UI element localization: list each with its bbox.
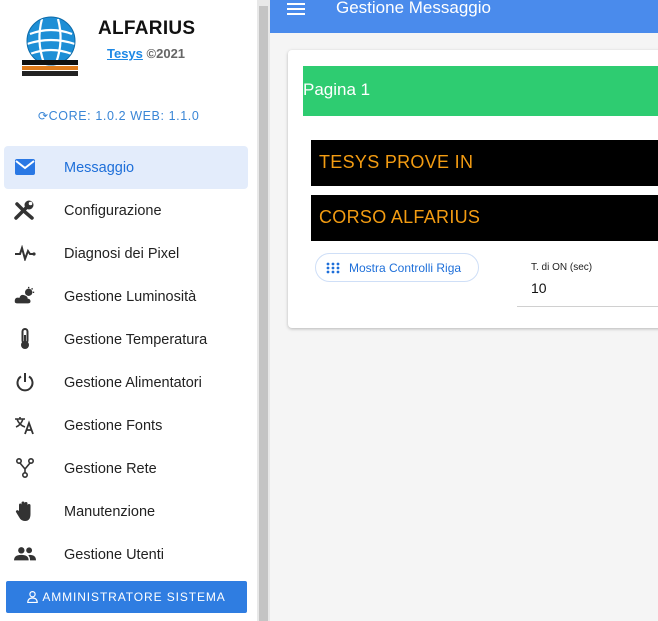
brand-header: ALFARIUS Tesys ©2021 xyxy=(0,0,257,100)
pulse-icon xyxy=(14,242,36,264)
alfarius-logo xyxy=(22,16,78,76)
version-info: ⟳CORE: 1.0.2 WEB: 1.1.0 xyxy=(38,109,199,123)
translate-icon xyxy=(14,414,36,436)
menu-icon[interactable] xyxy=(287,0,305,16)
sidebar-item-label: Gestione Luminosità xyxy=(64,288,197,305)
sidebar-item-alimentatori[interactable]: Gestione Alimentatori xyxy=(4,361,248,404)
page-title: Gestione Messaggio xyxy=(336,0,491,17)
sidebar-item-label: Gestione Temperatura xyxy=(64,331,208,348)
refresh-icon[interactable]: ⟳ xyxy=(38,109,49,123)
sidebar-item-label: Gestione Fonts xyxy=(64,417,163,434)
page-header[interactable]: Pagina 1 xyxy=(303,66,658,116)
app-subtitle: Tesys ©2021 xyxy=(107,46,185,61)
hand-icon xyxy=(14,500,36,522)
weather-icon xyxy=(14,285,36,307)
sidebar-item-temperatura[interactable]: Gestione Temperatura xyxy=(4,318,248,361)
sidebar-item-rete[interactable]: Gestione Rete xyxy=(4,447,248,490)
sidebar-item-label: Gestione Rete xyxy=(64,460,157,477)
sidebar-item-utenti[interactable]: Gestione Utenti xyxy=(4,533,248,576)
users-icon xyxy=(14,543,36,565)
sidebar-item-configurazione[interactable]: Configurazione xyxy=(4,189,248,232)
admin-button-label: AMMINISTRATORE SISTEMA xyxy=(42,590,226,604)
tools-icon xyxy=(14,199,36,221)
led-row-text: CORSO ALFARIUS xyxy=(319,207,481,227)
network-icon xyxy=(14,457,36,479)
company-link[interactable]: Tesys xyxy=(107,46,143,61)
led-row-1[interactable]: TESYS PROVE IN xyxy=(311,140,658,186)
sidebar-item-label: Diagnosi dei Pixel xyxy=(64,245,180,262)
mail-icon xyxy=(14,156,36,178)
app-bar: Gestione Messaggio xyxy=(270,0,658,33)
show-row-controls-label: Mostra Controlli Riga xyxy=(349,261,462,275)
sidebar-item-label: Messaggio xyxy=(64,159,135,176)
sidebar-item-messaggio[interactable]: Messaggio xyxy=(4,146,248,189)
sidebar: ALFARIUS Tesys ©2021 ⟳CORE: 1.0.2 WEB: 1… xyxy=(0,0,257,621)
led-row-text: TESYS PROVE IN xyxy=(319,152,474,172)
sidebar-item-label: Configurazione xyxy=(64,202,162,219)
sidebar-scrollbar-thumb[interactable] xyxy=(259,6,268,621)
on-time-input[interactable]: 10 xyxy=(531,280,547,296)
sidebar-item-fonts[interactable]: Gestione Fonts xyxy=(4,404,248,447)
version-text: CORE: 1.0.2 WEB: 1.1.0 xyxy=(48,109,200,123)
power-icon xyxy=(14,371,36,393)
sidebar-item-label: Gestione Alimentatori xyxy=(64,374,202,391)
led-row-2[interactable]: CORSO ALFARIUS xyxy=(311,195,658,241)
sidebar-nav: Messaggio Configurazione Diagnosi dei Pi… xyxy=(4,146,248,576)
app-title: ALFARIUS xyxy=(98,18,196,39)
admin-user-button[interactable]: AMMINISTRATORE SISTEMA xyxy=(6,581,247,613)
user-icon xyxy=(27,591,39,603)
show-row-controls-button[interactable]: Mostra Controlli Riga xyxy=(315,253,479,282)
on-time-label: T. di ON (sec) xyxy=(531,262,593,273)
grid-icon xyxy=(326,262,340,274)
sidebar-item-label: Gestione Utenti xyxy=(64,546,164,563)
sidebar-item-label: Manutenzione xyxy=(64,503,156,520)
page-label: Pagina 1 xyxy=(303,80,371,99)
thermometer-icon xyxy=(14,328,36,350)
sidebar-item-manutenzione[interactable]: Manutenzione xyxy=(4,490,248,533)
on-time-field[interactable]: T. di ON (sec) 10 xyxy=(517,258,658,307)
sidebar-item-luminosita[interactable]: Gestione Luminosità xyxy=(4,275,248,318)
sidebar-item-diagnosi[interactable]: Diagnosi dei Pixel xyxy=(4,232,248,275)
copyright: ©2021 xyxy=(146,46,186,61)
